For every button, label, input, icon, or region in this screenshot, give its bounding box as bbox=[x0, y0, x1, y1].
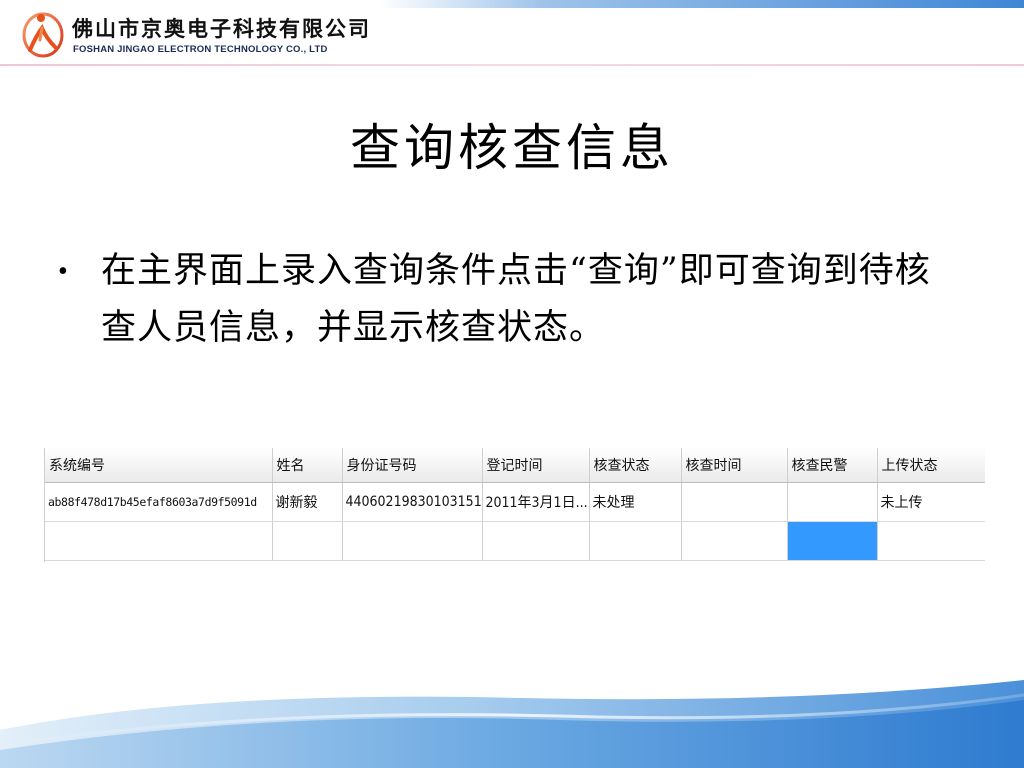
empty-cell[interactable] bbox=[482, 521, 590, 561]
column-header-register-time[interactable]: 登记时间 bbox=[482, 448, 590, 483]
decorative-wave bbox=[0, 680, 1024, 768]
table-row[interactable]: ab88f478d17b45efaf8603a7d9f5091d 谢新毅 440… bbox=[45, 482, 985, 522]
empty-cell[interactable] bbox=[877, 521, 985, 561]
cell-id-number[interactable]: 440602198301031518 bbox=[342, 482, 483, 522]
empty-cell[interactable] bbox=[589, 521, 682, 561]
column-header-name[interactable]: 姓名 bbox=[272, 448, 343, 483]
selected-cell[interactable] bbox=[787, 521, 878, 561]
header-divider bbox=[0, 64, 1024, 66]
company-logo-icon bbox=[22, 12, 64, 58]
column-header-officer[interactable]: 核查民警 bbox=[787, 448, 878, 483]
column-header-id-number[interactable]: 身份证号码 bbox=[342, 448, 483, 483]
cell-name[interactable]: 谢新毅 bbox=[272, 482, 343, 522]
cell-officer[interactable] bbox=[787, 482, 878, 522]
column-header-sys-id[interactable]: 系统编号 bbox=[45, 448, 273, 483]
results-grid: 系统编号 姓名 身份证号码 登记时间 核查状态 核查时间 核查民警 上传状态 a… bbox=[44, 448, 985, 562]
header-accent-bar bbox=[380, 0, 1024, 8]
company-name-en: FOSHAN JINGAO ELECTRON TECHNOLOGY CO., L… bbox=[73, 44, 328, 55]
company-name-cn: 佛山市京奥电子科技有限公司 bbox=[72, 16, 371, 41]
slide-title: 查询核查信息 bbox=[350, 119, 674, 177]
column-header-upload-status[interactable]: 上传状态 bbox=[877, 448, 985, 483]
empty-cell[interactable] bbox=[342, 521, 483, 561]
empty-cell[interactable] bbox=[272, 521, 343, 561]
bullet-text: 在主界面上录入查询条件点击“查询”即可查询到待核查人员信息，并显示核查状态。 bbox=[101, 251, 931, 348]
cell-check-status[interactable]: 未处理 bbox=[589, 482, 682, 522]
empty-cell[interactable] bbox=[681, 521, 788, 561]
bullet-marker: • bbox=[58, 256, 68, 287]
results-table: 系统编号 姓名 身份证号码 登记时间 核查状态 核查时间 核查民警 上传状态 a… bbox=[45, 448, 985, 561]
slide-header: 佛山市京奥电子科技有限公司 FOSHAN JINGAO ELECTRON TEC… bbox=[0, 0, 1024, 66]
empty-cell[interactable] bbox=[45, 521, 273, 561]
column-header-check-time[interactable]: 核查时间 bbox=[681, 448, 788, 483]
table-row-empty[interactable] bbox=[45, 521, 985, 561]
column-header-check-status[interactable]: 核查状态 bbox=[589, 448, 682, 483]
cell-sys-id[interactable]: ab88f478d17b45efaf8603a7d9f5091d bbox=[45, 482, 273, 522]
table-header-row: 系统编号 姓名 身份证号码 登记时间 核查状态 核查时间 核查民警 上传状态 bbox=[45, 448, 985, 483]
cell-check-time[interactable] bbox=[681, 482, 788, 522]
cell-register-time[interactable]: 2011年3月1日... bbox=[482, 482, 590, 522]
cell-upload-status[interactable]: 未上传 bbox=[877, 482, 985, 522]
